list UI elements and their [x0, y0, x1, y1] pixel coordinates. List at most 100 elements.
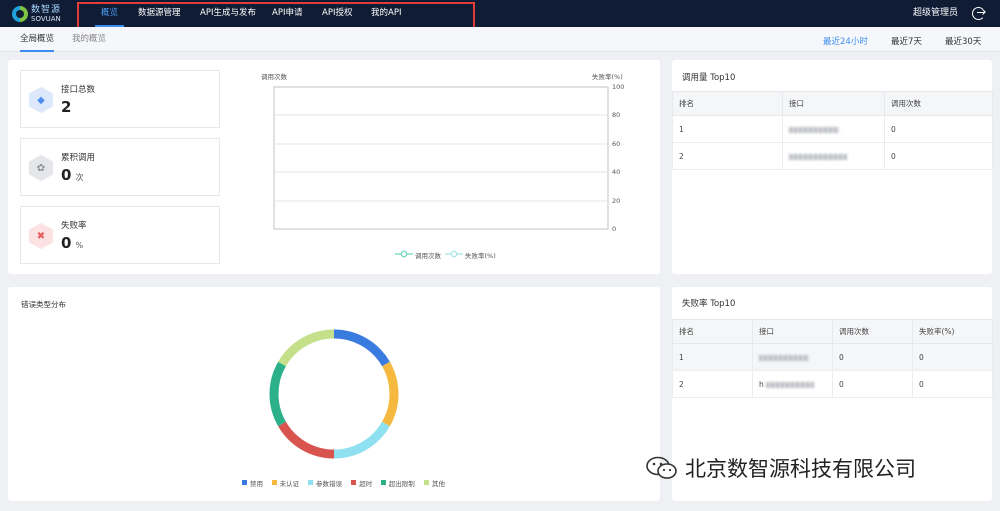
stat-fail-rate: ✖ 失败率 0% — [20, 206, 220, 264]
legend-label-3[interactable]: 超时 — [359, 478, 372, 488]
cell-calls: 0 — [832, 343, 913, 371]
logout-icon[interactable] — [972, 7, 985, 20]
cell-api — [782, 142, 885, 170]
api-prefix: h — [759, 379, 764, 389]
col-rank: 排名 — [672, 91, 783, 116]
cell-calls: 0 — [832, 370, 913, 398]
stat-value: 0 — [61, 166, 72, 184]
stat-label: 累积调用 — [61, 153, 96, 163]
redacted-text — [759, 354, 809, 361]
legend-swatch-1 — [271, 480, 277, 485]
invoke-icon: ✿ — [29, 155, 53, 181]
card-title: 失败率 Top10 — [682, 299, 736, 309]
range-7d[interactable]: 最近7天 — [891, 27, 922, 57]
right-tick: 0 — [612, 225, 617, 233]
col-fail-rate: 失败率(%) — [912, 319, 993, 344]
legend-label-2[interactable]: 参数错误 — [316, 478, 342, 488]
logo-text-cn: 数智源 — [31, 4, 62, 15]
table-header: 排名 接口 调用次数 失败率(%) — [672, 319, 993, 344]
col-calls: 调用次数 — [832, 319, 913, 344]
cell-api — [752, 343, 833, 371]
range-24h[interactable]: 最近24小时 — [823, 27, 868, 57]
cell-calls: 0 — [884, 142, 993, 170]
right-tick: 60 — [612, 140, 621, 148]
stat-label: 失败率 — [61, 221, 87, 231]
logo-icon — [12, 6, 28, 22]
right-axis-label: 失败率(%) — [592, 73, 623, 81]
legend-calls-icon — [395, 250, 413, 258]
legend-label-0[interactable]: 禁用 — [250, 478, 263, 488]
current-user[interactable]: 超级管理员 — [913, 0, 958, 27]
cell-fail-rate: 0 — [912, 343, 993, 371]
legend-calls: 调用次数 — [415, 252, 441, 260]
col-calls: 调用次数 — [884, 91, 993, 116]
stat-total-apis: ◆ 接口总数 2 — [20, 70, 220, 128]
error-donut-chart — [269, 329, 399, 459]
legend-fail-icon — [445, 250, 463, 258]
cell-calls: 0 — [884, 115, 993, 143]
redacted-text — [765, 381, 814, 388]
cell-fail-rate: 0 — [912, 370, 993, 398]
col-api: 接口 — [782, 91, 885, 116]
range-30d[interactable]: 最近30天 — [945, 27, 981, 57]
sub-tab-bar: 全局概览 我的概览 最近24小时 最近7天 最近30天 — [0, 27, 1000, 52]
right-tick: 80 — [612, 111, 621, 119]
legend-label-4[interactable]: 超出限制 — [389, 478, 415, 488]
logo-text-en: SOVUAN — [31, 14, 61, 23]
tab-my-overview[interactable]: 我的概览 — [72, 27, 106, 52]
cell-api: h — [752, 370, 833, 398]
redacted-text — [789, 153, 847, 160]
table-row[interactable]: 2 h 0 0 — [672, 370, 993, 398]
legend-swatch-5 — [424, 480, 429, 485]
top-fail-table: 排名 接口 调用次数 失败率(%) 1 0 0 2 h 0 0 — [672, 319, 993, 398]
cell-rank: 2 — [672, 370, 753, 398]
col-rank: 排名 — [672, 319, 753, 344]
stat-value: 2 — [61, 98, 72, 116]
legend-fail-rate: 失败率(%) — [465, 252, 496, 260]
right-tick: 20 — [612, 197, 621, 205]
stat-value: 0 — [61, 234, 72, 252]
overview-card: ◆ 接口总数 2 ✿ 累积调用 0次 ✖ 失败率 0% 调用次数 失败率(%) … — [8, 60, 660, 274]
cell-api — [782, 115, 885, 143]
legend-swatch-0 — [242, 480, 247, 485]
cell-rank: 2 — [672, 142, 783, 170]
tab-global-overview[interactable]: 全局概览 — [20, 27, 55, 52]
left-axis-label: 调用次数 — [261, 73, 287, 81]
donut-slice-3[interactable] — [278, 421, 335, 459]
donut-slice-2[interactable] — [333, 421, 390, 459]
plot-frame — [273, 86, 609, 230]
redacted-text — [789, 126, 839, 133]
stat-label: 接口总数 — [61, 85, 96, 95]
top-calls-table: 排名 接口 调用次数 1 0 2 0 — [672, 91, 993, 170]
donut-slice-1[interactable] — [381, 361, 399, 427]
card-title: 调用量 Top10 — [682, 73, 736, 83]
cell-rank: 1 — [672, 343, 753, 371]
wechat-icon — [646, 456, 677, 479]
table-header: 排名 接口 调用次数 — [672, 91, 993, 116]
donut-slice-4[interactable] — [269, 361, 287, 427]
call-trend-chart — [273, 86, 609, 230]
col-api: 接口 — [752, 319, 833, 344]
legend-swatch-3 — [351, 480, 357, 485]
app-logo[interactable]: 数智源 SOVUAN — [12, 4, 61, 24]
stat-total-calls: ✿ 累积调用 0次 — [20, 138, 220, 196]
stat-unit: % — [75, 241, 84, 250]
cell-rank: 1 — [672, 115, 783, 143]
donut-slice-5[interactable] — [278, 329, 335, 367]
donut-slice-0[interactable] — [333, 329, 390, 367]
table-row[interactable]: 2 0 — [672, 142, 993, 170]
legend-swatch-4 — [380, 480, 386, 485]
right-tick: 100 — [612, 83, 625, 91]
stat-unit: 次 — [75, 173, 84, 182]
legend-label-1[interactable]: 未认证 — [280, 478, 300, 488]
error-distribution-card: 错误类型分布 禁用 未认证 参数错误 超时 超出限制 其他 — [8, 287, 660, 501]
top-calls-card: 调用量 Top10 排名 接口 调用次数 1 0 2 0 — [672, 60, 993, 274]
api-icon: ◆ — [29, 87, 53, 113]
table-row[interactable]: 1 0 — [672, 115, 993, 143]
card-title: 错误类型分布 — [21, 300, 66, 309]
legend-swatch-2 — [308, 480, 313, 485]
legend-label-5[interactable]: 其他 — [432, 478, 445, 488]
watermark: 北京数智源科技有限公司 — [645, 453, 916, 483]
error-icon: ✖ — [29, 223, 53, 249]
table-row[interactable]: 1 0 0 — [672, 343, 993, 371]
